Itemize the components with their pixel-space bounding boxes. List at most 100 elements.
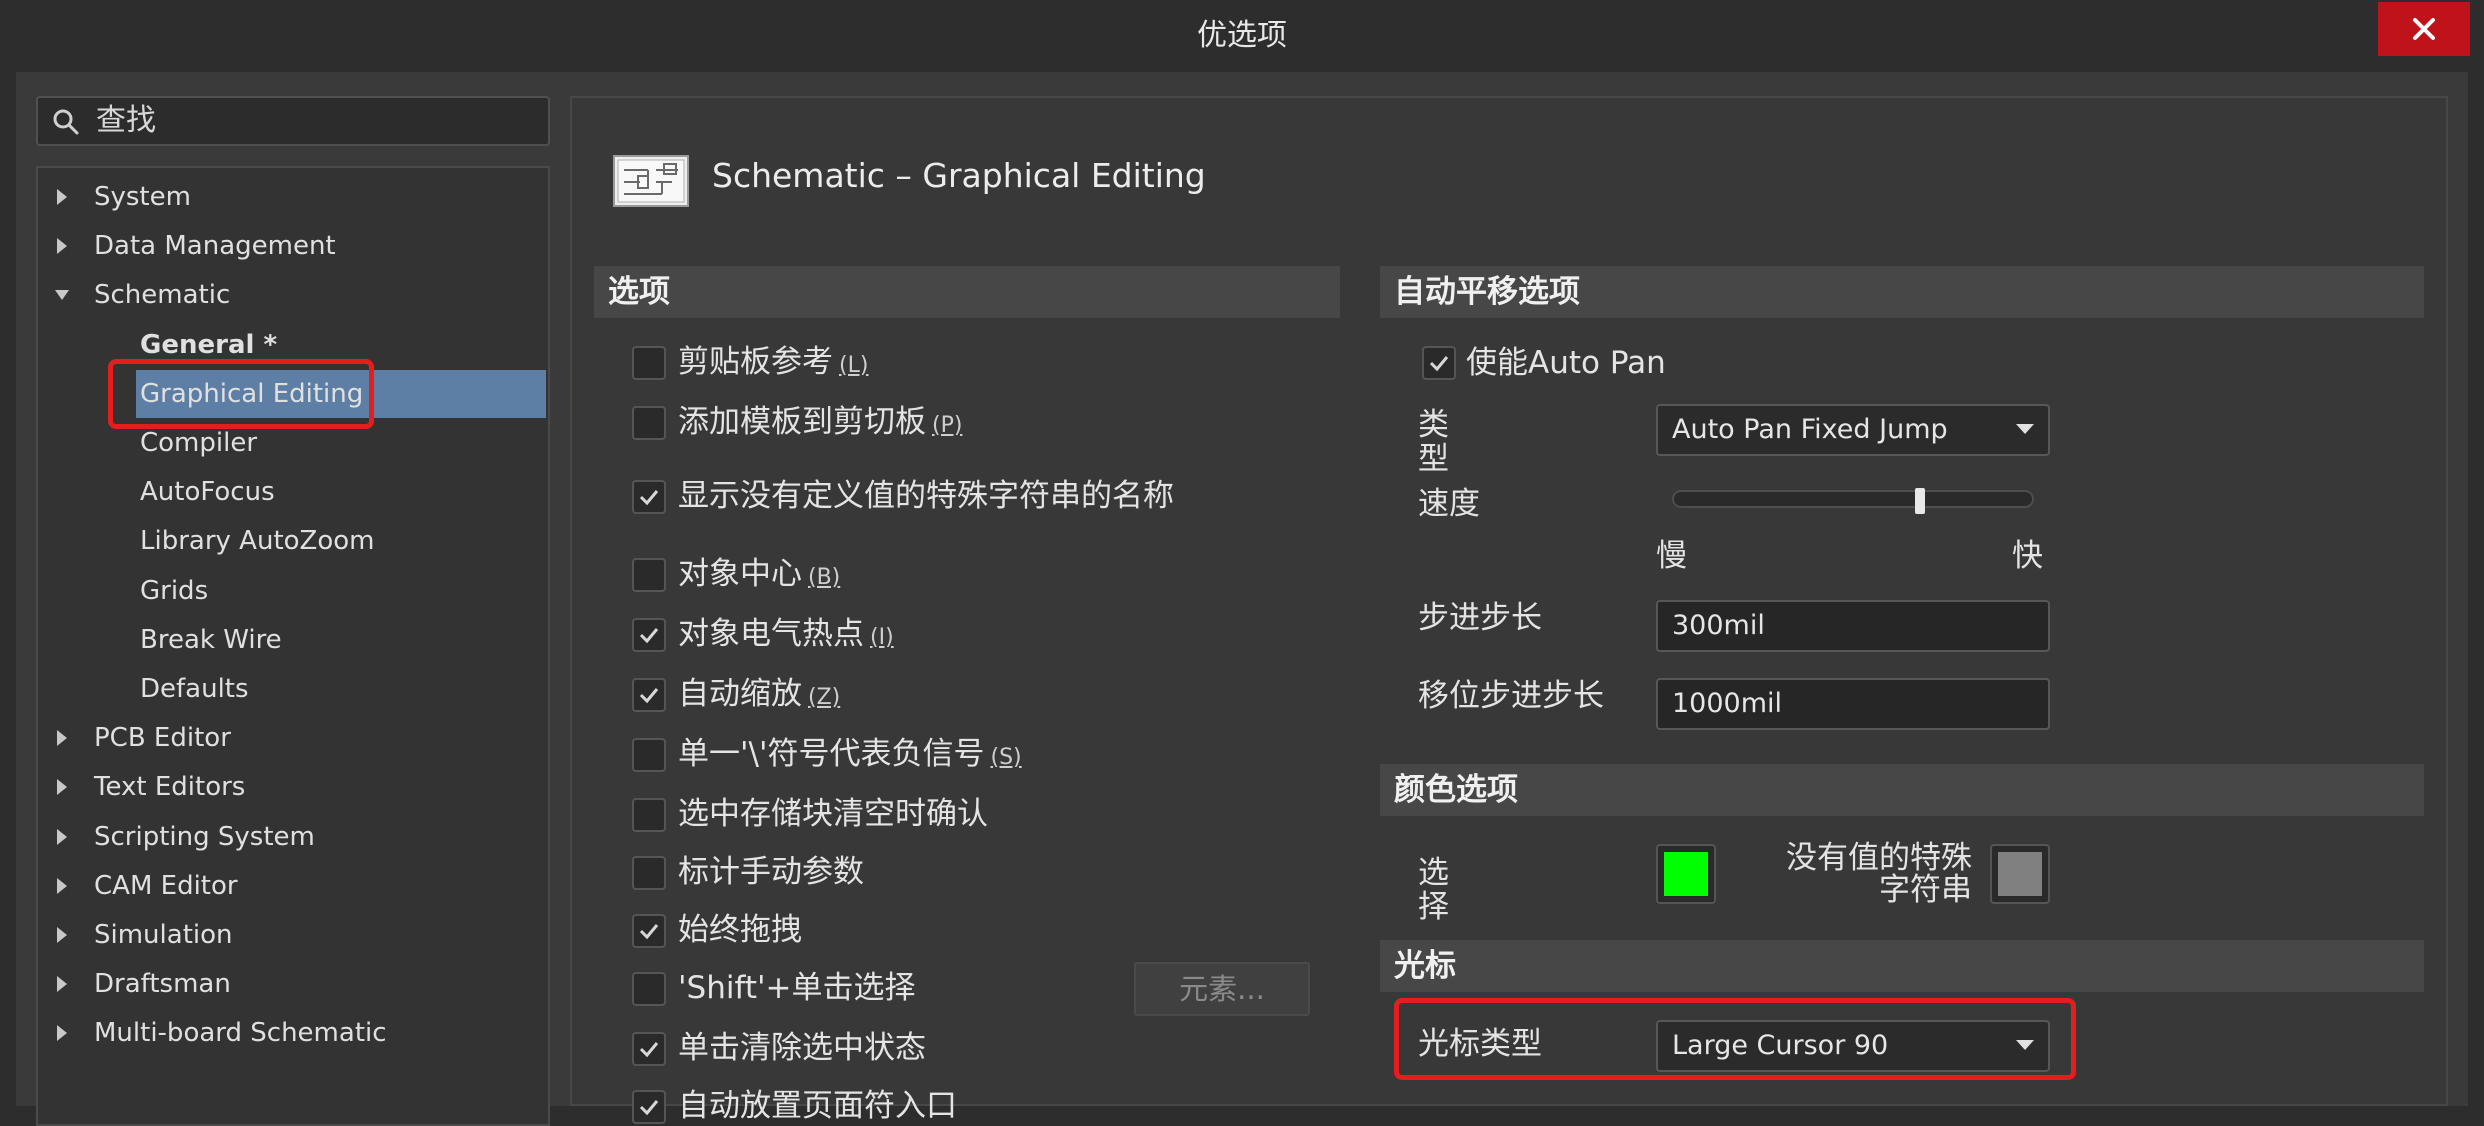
option-checkbox[interactable]: [632, 678, 666, 712]
section-colors: 颜色选项: [1380, 764, 2424, 816]
step-size-input[interactable]: 300mil: [1656, 600, 2050, 652]
option-checkbox[interactable]: [632, 856, 666, 890]
tree-item-label: System: [94, 182, 191, 212]
option-label: 'Shift'+单击选择: [678, 968, 915, 1008]
option-label: 添加模板到剪切板 (P): [678, 402, 962, 442]
option-label: 显示没有定义值的特殊字符串的名称: [678, 476, 1174, 516]
autopan-type-dropdown[interactable]: Auto Pan Fixed Jump: [1656, 404, 2050, 456]
option-label: 自动缩放 (Z): [678, 674, 840, 714]
tree-item[interactable]: Text Editors: [94, 764, 245, 810]
tree-item[interactable]: Library AutoZoom: [140, 518, 375, 564]
selection-color-swatch[interactable]: [1656, 844, 1716, 904]
option-hotkey: (P): [932, 413, 963, 438]
option-checkbox[interactable]: [632, 738, 666, 772]
special-string-label-line1: 没有值的特殊: [1786, 840, 1972, 876]
option-text: 对象电气热点: [678, 616, 864, 652]
tree-item[interactable]: Defaults: [140, 666, 249, 712]
option-checkbox[interactable]: [632, 972, 666, 1006]
tree-item[interactable]: Schematic: [94, 272, 230, 318]
schematic-icon: [613, 155, 689, 207]
section-cursor: 光标: [1380, 940, 2424, 992]
option-checkbox[interactable]: [632, 1032, 666, 1066]
option-text: 自动放置页面符入口: [678, 1088, 957, 1124]
tree-item[interactable]: AutoFocus: [140, 469, 275, 515]
checkmark-icon: [639, 628, 659, 644]
autopan-enable-label: 使能Auto Pan: [1466, 345, 1666, 381]
special-string-color-label: 没有值的特殊 字符串: [1780, 842, 1972, 906]
autopan-speed-label: 速度: [1418, 486, 1480, 522]
checkmark-icon: [639, 924, 659, 940]
window-title: 优选项: [1197, 18, 1287, 53]
expand-right-icon[interactable]: [57, 238, 67, 255]
option-checkbox[interactable]: [632, 1090, 666, 1124]
tree-item[interactable]: Data Management: [94, 223, 336, 269]
option-text: 自动缩放: [678, 676, 802, 712]
tree-item[interactable]: Simulation: [94, 912, 233, 958]
tree-item-label: Text Editors: [94, 772, 246, 803]
speed-slider-track[interactable]: [1672, 490, 2034, 508]
option-hotkey: (I): [870, 625, 894, 650]
option-text: 显示没有定义值的特殊字符串的名称: [678, 478, 1174, 514]
option-text: 始终拖拽: [678, 912, 802, 948]
expand-right-icon[interactable]: [57, 779, 67, 796]
option-checkbox[interactable]: [632, 346, 666, 380]
tree-item-label: Scripting System: [94, 821, 315, 852]
option-checkbox[interactable]: [632, 406, 666, 440]
option-checkbox[interactable]: [632, 618, 666, 652]
option-text: 选中存储块清空时确认: [678, 796, 988, 832]
expand-right-icon[interactable]: [57, 828, 67, 845]
tree-item-label: PCB Editor: [94, 723, 231, 754]
selection-color-label: 选择: [1418, 855, 1449, 925]
checkmark-icon: [639, 1042, 659, 1058]
tree-item-label: Schematic: [94, 280, 231, 311]
option-checkbox[interactable]: [632, 558, 666, 592]
step-size-label: 步进步长: [1418, 600, 1542, 636]
tree-item-label: Data Management: [94, 231, 336, 262]
tree-item[interactable]: System: [94, 174, 191, 220]
option-checkbox[interactable]: [632, 480, 666, 514]
checkmark-icon: [639, 688, 659, 704]
tree-item[interactable]: Multi-board Schematic: [94, 1010, 387, 1056]
tree-item-label: Draftsman: [94, 969, 231, 1000]
expand-right-icon[interactable]: [57, 976, 67, 993]
option-checkbox[interactable]: [632, 914, 666, 948]
tree-item[interactable]: Grids: [140, 568, 208, 614]
expand-right-icon[interactable]: [57, 1025, 67, 1042]
option-checkbox[interactable]: [632, 798, 666, 832]
expand-right-icon[interactable]: [57, 877, 67, 894]
tree-item[interactable]: Break Wire: [140, 617, 282, 663]
page-title: Schematic – Graphical Editing: [712, 156, 1206, 195]
shift-step-size-input[interactable]: 1000mil: [1656, 678, 2050, 730]
highlight-box-tree: [108, 359, 374, 429]
speed-slider-thumb[interactable]: [1915, 488, 1926, 514]
tree-item-label: General *: [140, 329, 278, 360]
special-string-color-swatch[interactable]: [1990, 844, 2050, 904]
tree-item-label: Break Wire: [140, 624, 282, 655]
highlight-box-cursor: [1394, 998, 2076, 1080]
checkmark-icon: [639, 1100, 659, 1116]
tree-item[interactable]: CAM Editor: [94, 863, 238, 909]
option-label: 始终拖拽: [678, 910, 802, 950]
tree-item-label: AutoFocus: [140, 477, 275, 508]
close-button[interactable]: [2378, 2, 2470, 56]
tree-item-label: Defaults: [140, 674, 249, 704]
expand-right-icon[interactable]: [57, 927, 67, 943]
close-icon: [2413, 18, 2435, 40]
expand-down-icon[interactable]: [55, 290, 69, 301]
option-label: 剪贴板参考 (L): [678, 342, 868, 382]
elements-button[interactable]: 元素...: [1134, 962, 1310, 1016]
speed-slow-label: 慢: [1656, 538, 1687, 574]
selection-color-fill: [1664, 852, 1708, 896]
checkmark-icon: [1429, 356, 1449, 372]
tree-item[interactable]: Scripting System: [94, 814, 315, 860]
expand-right-icon[interactable]: [57, 730, 67, 747]
autopan-enable-checkbox[interactable]: [1422, 346, 1456, 380]
autopan-type-label: 类型: [1418, 407, 1449, 477]
option-text: 剪贴板参考: [678, 344, 833, 380]
expand-right-icon[interactable]: [57, 189, 67, 205]
tree-item[interactable]: PCB Editor: [94, 715, 231, 761]
option-hotkey: (B): [808, 565, 841, 590]
special-string-label-line2: 字符串: [1879, 872, 1972, 908]
section-options: 选项: [594, 266, 1340, 318]
tree-item[interactable]: Draftsman: [94, 961, 231, 1007]
